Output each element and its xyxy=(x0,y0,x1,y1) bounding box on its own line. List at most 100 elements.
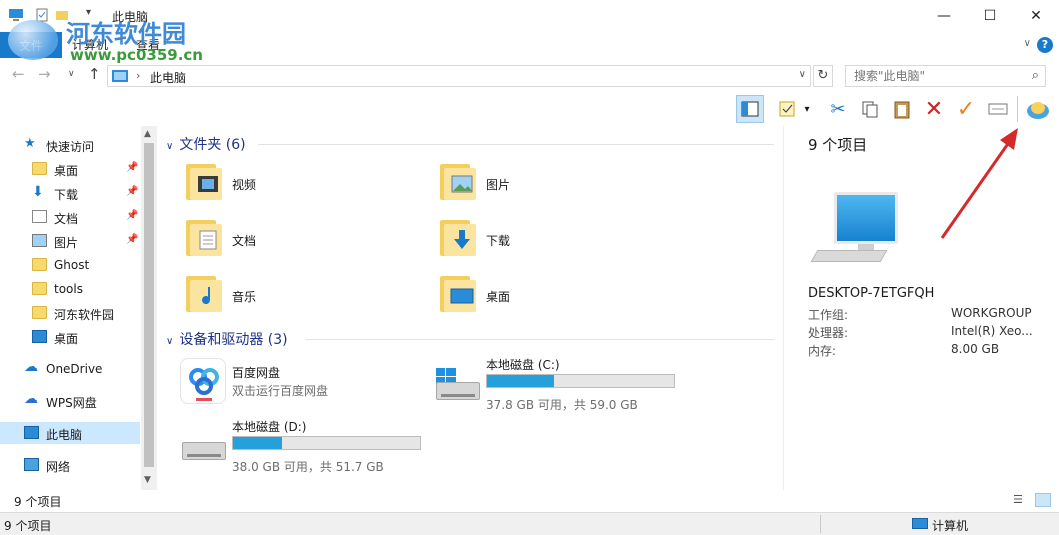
main-content: ∨ 文件夹 (6) 视频 图片 文档 下载 音乐 桌面 ∨ 设备和驱动器 (3) xyxy=(160,126,782,490)
nav-label: tools xyxy=(54,282,83,296)
nav-onedrive[interactable]: ☁ OneDrive xyxy=(0,358,140,380)
refresh-button[interactable]: ↻ xyxy=(813,65,833,87)
nav-item-downloads[interactable]: ⬇ 下载 📌 xyxy=(0,182,140,204)
tab-file[interactable]: 文件 xyxy=(0,32,62,58)
scroll-up-icon[interactable]: ▲ xyxy=(144,129,151,139)
tab-view[interactable]: 查看 xyxy=(136,36,160,53)
hard-drive-icon xyxy=(182,442,226,460)
back-button[interactable]: ← xyxy=(12,65,25,83)
rename-check-icon[interactable]: ✓ xyxy=(952,95,980,123)
address-bar[interactable]: › 此电脑 ∨ xyxy=(107,65,811,87)
nav-network[interactable]: 网络 xyxy=(0,454,140,476)
nav-item-ghost[interactable]: Ghost xyxy=(0,254,140,276)
tab-computer[interactable]: 计算机 xyxy=(72,36,108,53)
download-folder-icon xyxy=(440,220,480,256)
folder-pictures[interactable]: 图片 xyxy=(414,158,654,210)
up-button[interactable]: ↑ xyxy=(88,65,101,83)
ribbon-tabs: 文件 计算机 查看 ∨ ? xyxy=(0,32,1059,58)
collapse-ribbon-button[interactable]: ∨ xyxy=(1024,38,1031,49)
group-devices-header[interactable]: ∨ 设备和驱动器 (3) xyxy=(166,329,288,349)
star-icon: ★ xyxy=(24,136,36,151)
folder-music[interactable]: 音乐 xyxy=(160,270,400,322)
cut-icon[interactable]: ✂ xyxy=(824,95,852,123)
nav-item-documents[interactable]: 文档 📌 xyxy=(0,206,140,228)
pin-icon: 📌 xyxy=(126,234,139,245)
shell-extension-icon[interactable] xyxy=(1024,95,1052,123)
folder-label: 文档 xyxy=(232,234,257,248)
forward-button[interactable]: → xyxy=(38,65,51,83)
prop-label: 工作组: xyxy=(808,308,849,322)
folder-documents[interactable]: 文档 xyxy=(160,214,400,266)
cloud-icon: ☁ xyxy=(24,359,38,375)
status-bar: 9 个项目 计算机 xyxy=(0,512,1059,535)
quick-access-dropdown-icon[interactable]: ▾ xyxy=(86,7,102,23)
close-button[interactable]: ✕ xyxy=(1013,0,1059,32)
pin-icon: 📌 xyxy=(126,210,139,221)
search-icon[interactable]: ⌕ xyxy=(1032,68,1039,83)
nav-wps[interactable]: ☁ WPS网盘 xyxy=(0,390,140,412)
nav-label: 快速访问 xyxy=(46,140,95,154)
status-zone: 计算机 xyxy=(932,519,969,533)
large-icons-view-icon[interactable] xyxy=(1035,493,1051,507)
nav-label: 网络 xyxy=(46,460,71,474)
new-folder-icon[interactable] xyxy=(54,7,70,23)
details-view-icon[interactable]: ☰ xyxy=(1013,493,1029,507)
folder-label: 图片 xyxy=(486,178,511,192)
drive-d[interactable]: 本地磁盘 (D:) 38.0 GB 可用，共 51.7 GB xyxy=(160,414,421,474)
drive-name: 百度网盘 xyxy=(232,366,281,380)
folder-desktop[interactable]: 桌面 xyxy=(414,270,654,322)
download-arrow-icon: ⬇ xyxy=(32,184,44,200)
recent-locations-button[interactable]: ∨ xyxy=(68,69,75,79)
search-box[interactable]: ⌕ xyxy=(845,65,1046,87)
folder-icon xyxy=(32,306,47,319)
nav-this-pc[interactable]: 此电脑 xyxy=(0,422,140,444)
drive-subtitle: 38.0 GB 可用，共 51.7 GB xyxy=(232,460,384,474)
minimize-button[interactable]: — xyxy=(921,0,967,32)
chevron-down-icon: ∨ xyxy=(166,336,174,347)
wps-cloud-icon: ☁ xyxy=(24,391,38,407)
help-button[interactable]: ? xyxy=(1037,37,1053,53)
breadcrumb-chevron-icon[interactable]: › xyxy=(136,69,140,82)
folder-videos[interactable]: 视频 xyxy=(160,158,400,210)
picture-folder-icon xyxy=(440,164,480,200)
computer-icon xyxy=(24,426,39,439)
navigation-pane-button[interactable] xyxy=(736,95,764,123)
folder-icon xyxy=(32,162,47,175)
nav-item-pictures[interactable]: 图片 📌 xyxy=(0,230,140,252)
drive-usage-fill xyxy=(487,375,555,387)
nav-item-desktop[interactable]: 桌面 📌 xyxy=(0,158,140,180)
drive-usage-fill xyxy=(233,437,282,449)
toolbar-divider xyxy=(1017,96,1018,122)
paste-icon[interactable] xyxy=(888,95,916,123)
select-icon[interactable] xyxy=(774,95,802,123)
computer-name: DESKTOP-7ETGFQH xyxy=(808,286,935,301)
select-dropdown-icon[interactable]: ▾ xyxy=(800,95,814,123)
group-folders-header[interactable]: ∨ 文件夹 (6) xyxy=(166,134,246,154)
nav-item-tools[interactable]: tools xyxy=(0,278,140,300)
scroll-thumb[interactable] xyxy=(144,143,154,467)
nav-label: WPS网盘 xyxy=(46,396,97,410)
music-folder-icon xyxy=(186,276,226,312)
folder-downloads[interactable]: 下载 xyxy=(414,214,654,266)
search-input[interactable] xyxy=(854,69,1014,83)
nav-quick-access[interactable]: ★ 快速访问 xyxy=(0,134,140,156)
prop-label: 处理器: xyxy=(808,326,849,340)
nav-item-desktop-2[interactable]: 桌面 xyxy=(0,326,140,348)
breadcrumb[interactable]: 此电脑 xyxy=(150,69,186,86)
drive-usage-bar xyxy=(232,436,421,450)
scroll-down-icon[interactable]: ▼ xyxy=(144,475,151,485)
window-computer-icon[interactable] xyxy=(8,7,24,23)
drive-c[interactable]: 本地磁盘 (C:) 37.8 GB 可用，共 59.0 GB xyxy=(414,352,675,412)
address-dropdown-icon[interactable]: ∨ xyxy=(799,69,806,80)
title-bar: ▾ 此电脑 — ☐ ✕ xyxy=(0,0,1059,32)
delete-icon[interactable]: ✕ xyxy=(920,95,948,123)
prop-value: 8.00 GB xyxy=(951,342,1000,356)
properties-button-icon[interactable] xyxy=(984,95,1012,123)
nav-scrollbar[interactable]: ▲ ▼ xyxy=(141,126,157,490)
nav-item-hedong[interactable]: 河东软件园 xyxy=(0,302,140,324)
properties-icon[interactable] xyxy=(34,7,50,23)
copy-icon[interactable] xyxy=(856,95,884,123)
nav-label: 下载 xyxy=(54,188,79,202)
maximize-button[interactable]: ☐ xyxy=(967,0,1013,32)
baidu-netdisk-item[interactable]: 百度网盘 双击运行百度网盘 xyxy=(160,356,400,412)
